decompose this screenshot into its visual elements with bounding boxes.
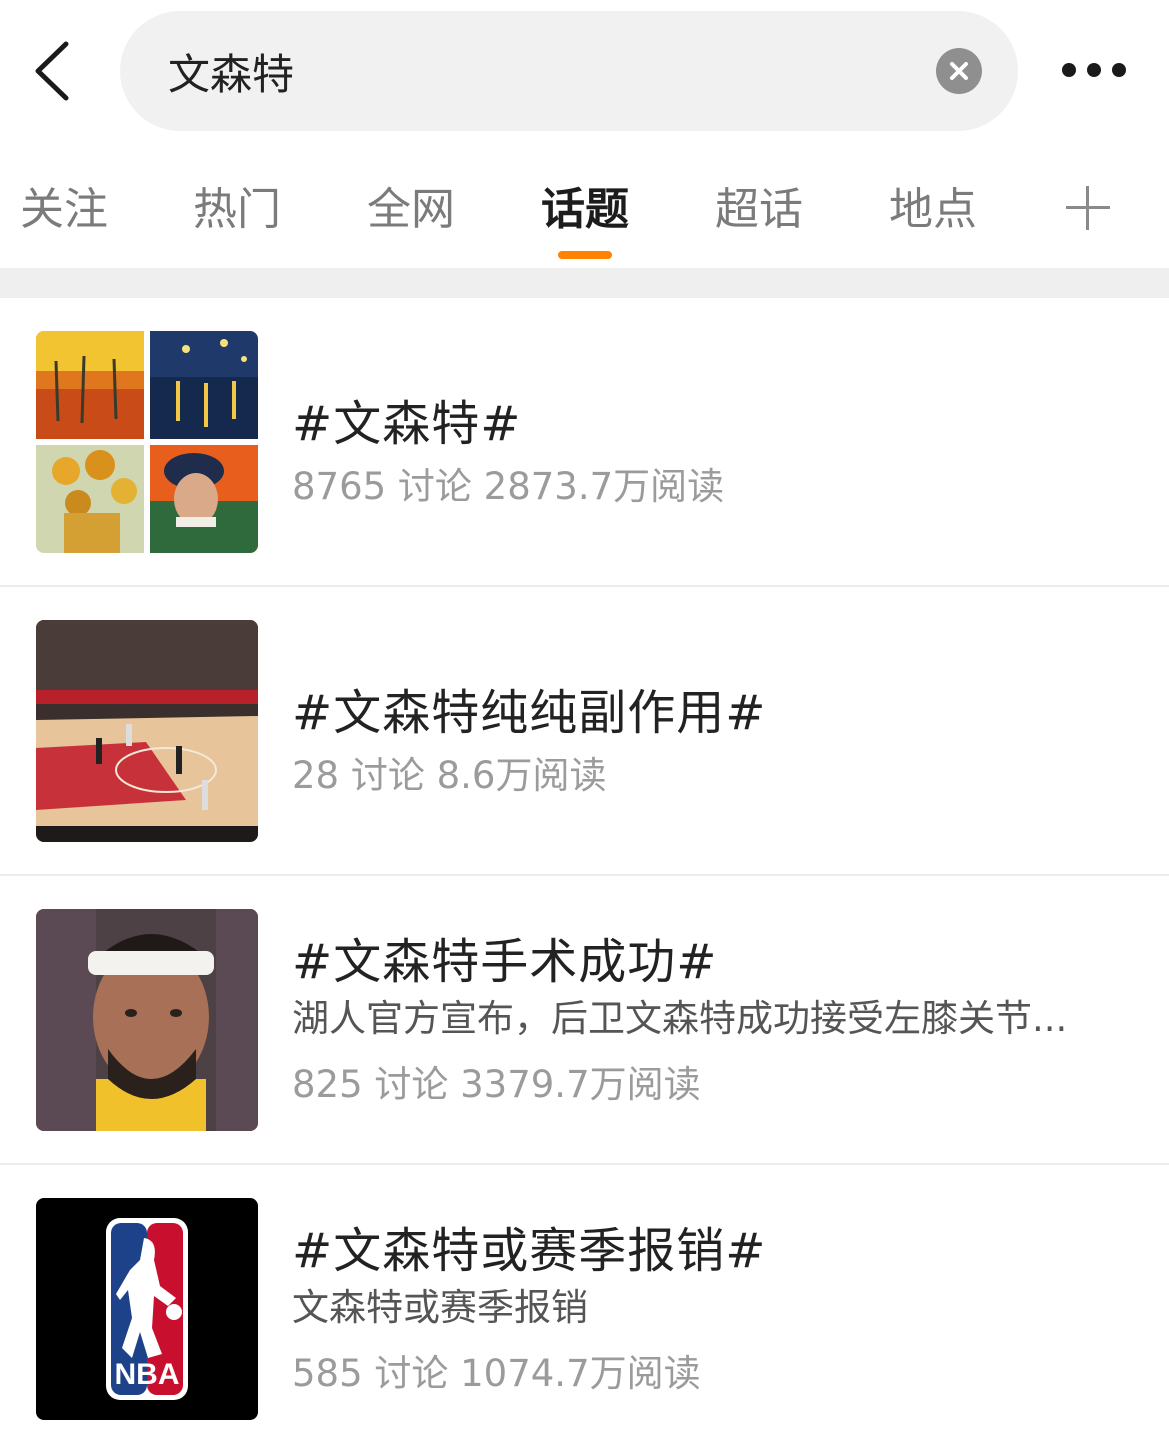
list-item[interactable]: #文森特# 8765 讨论 2873.7万阅读 xyxy=(0,298,1169,587)
search-input[interactable] xyxy=(168,33,908,109)
topic-title[interactable]: #文森特纯纯副作用# xyxy=(292,673,766,743)
search-tabs: 关注 热门 全网 话题 超话 地点 xyxy=(0,140,1169,268)
topic-summary: 湖人官方宣布，后卫文森特成功接受左膝关节... xyxy=(292,997,1068,1040)
nba-logo-thumbnail: NBA xyxy=(36,1198,258,1420)
topic-stats: 8765 讨论 2873.7万阅读 xyxy=(292,465,725,508)
topic-title[interactable]: #文森特手术成功# xyxy=(292,922,717,992)
nba-logo-text: NBA xyxy=(115,1358,180,1391)
topic-list: #文森特# 8765 讨论 2873.7万阅读 #文森特纯纯副作用# 28 讨论… xyxy=(0,298,1169,1454)
topic-title[interactable]: #文森特或赛季报销# xyxy=(292,1211,766,1281)
topic-title[interactable]: #文森特# xyxy=(292,384,521,454)
active-tab-indicator xyxy=(558,251,612,259)
tab-topics[interactable]: 话题 xyxy=(541,178,629,242)
section-divider xyxy=(0,268,1169,298)
back-button[interactable] xyxy=(28,38,78,104)
list-item[interactable]: #文森特手术成功# 湖人官方宣布，后卫文森特成功接受左膝关节... 825 讨论… xyxy=(0,876,1169,1165)
top-bar xyxy=(0,0,1169,140)
list-item[interactable]: NBA #文森特或赛季报销# 文森特或赛季报销 585 讨论 1074.7万阅读 xyxy=(0,1165,1169,1454)
tab-all-web[interactable]: 全网 xyxy=(367,178,455,242)
topic-stats: 28 讨论 8.6万阅读 xyxy=(292,754,607,797)
topic-stats: 585 讨论 1074.7万阅读 xyxy=(292,1352,701,1395)
list-item[interactable]: #文森特纯纯副作用# 28 讨论 8.6万阅读 xyxy=(0,587,1169,876)
vangogh-collage-thumbnail xyxy=(36,331,258,553)
topic-summary: 文森特或赛季报销 xyxy=(292,1286,588,1329)
tab-places[interactable]: 地点 xyxy=(889,178,977,242)
tab-follow[interactable]: 关注 xyxy=(20,178,108,242)
close-icon xyxy=(950,62,968,80)
add-tab-icon[interactable] xyxy=(1066,186,1110,230)
tab-super-topics[interactable]: 超话 xyxy=(715,178,803,242)
chevron-left-icon xyxy=(35,41,69,101)
player-portrait-thumbnail xyxy=(36,909,258,1131)
more-dots-icon xyxy=(1062,63,1076,77)
clear-search-button[interactable] xyxy=(936,48,982,94)
tab-hot[interactable]: 热门 xyxy=(193,178,281,242)
basketball-court-thumbnail xyxy=(36,620,258,842)
more-options-button[interactable] xyxy=(1058,56,1130,86)
topic-stats: 825 讨论 3379.7万阅读 xyxy=(292,1063,701,1106)
search-box[interactable] xyxy=(120,11,1018,131)
